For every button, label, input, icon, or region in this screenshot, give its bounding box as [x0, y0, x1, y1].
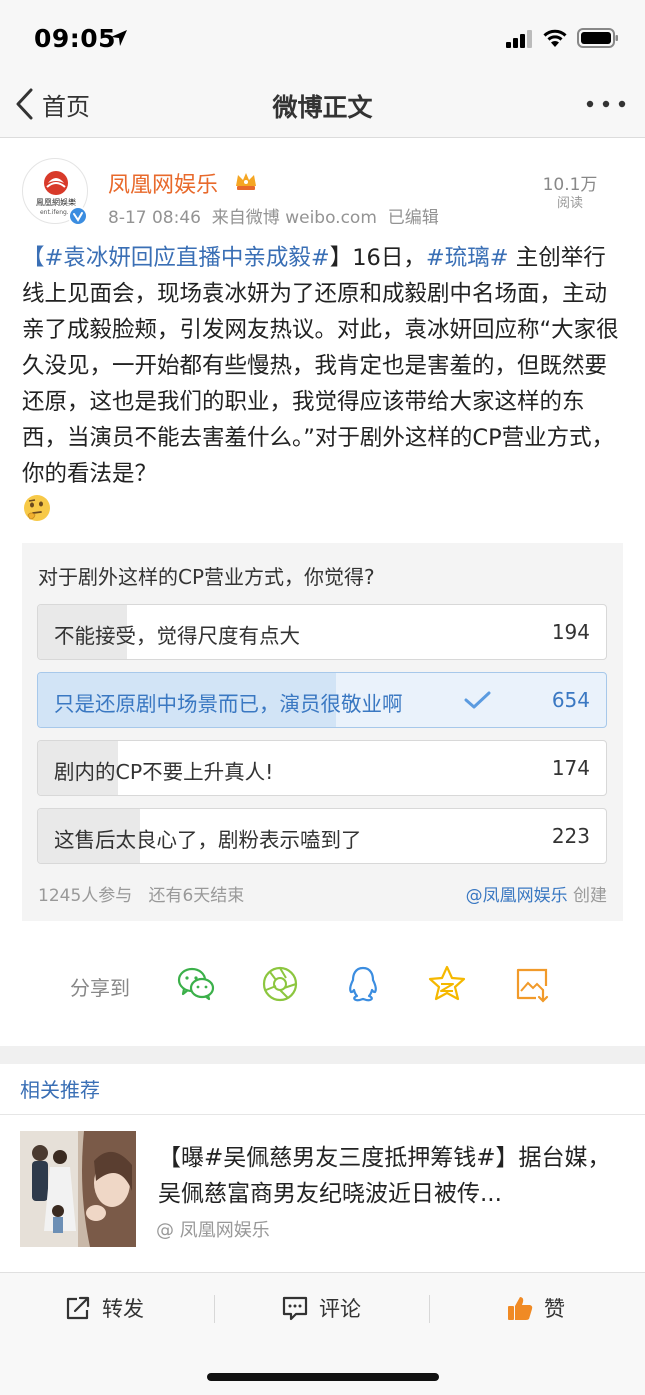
related-item-author[interactable]: @ 凤凰网娱乐 — [156, 1216, 270, 1242]
member-crown-icon — [236, 173, 256, 190]
related-thumbnail[interactable] — [20, 1131, 136, 1247]
poll-option-count: 174 — [551, 756, 590, 780]
post-source[interactable]: 来自微博 weibo.com — [212, 208, 377, 228]
comment-icon — [282, 1296, 308, 1321]
thumbs-up-icon — [508, 1297, 533, 1320]
edited-label[interactable]: 已编辑 — [388, 208, 439, 228]
save-image-icon[interactable] — [512, 964, 552, 1004]
like-button[interactable]: 赞 — [506, 1293, 565, 1323]
comment-label: 评论 — [319, 1297, 361, 1321]
hashtag-bracket: 【 — [22, 245, 45, 271]
poll-option-label: 剧内的CP不要上升真人! — [54, 760, 274, 784]
post-date: 8-17 08:46 — [108, 208, 201, 228]
moments-icon[interactable] — [260, 964, 300, 1004]
poll-question: 对于剧外这样的CP营业方式，你觉得? — [38, 565, 375, 589]
poll-remaining: 还有6天结束 — [148, 886, 245, 906]
qq-icon[interactable] — [343, 964, 383, 1004]
divider — [0, 1114, 645, 1115]
divider — [214, 1295, 215, 1323]
poll-option-count: 223 — [551, 824, 590, 848]
author-name[interactable]: 凤凰网娱乐 — [108, 167, 218, 199]
poll-stats: 1245人参与 还有6天结束 — [38, 881, 244, 906]
page-title: 微博正文 — [272, 93, 373, 122]
related-title: 相关推荐 — [20, 1078, 100, 1102]
checkmark-icon — [464, 691, 491, 709]
hashtag-link[interactable]: #琉璃# — [426, 245, 509, 271]
action-bar: 转发 评论 赞 — [0, 1272, 645, 1395]
related-photo-image — [20, 1131, 136, 1247]
poll-option-count: 194 — [551, 620, 590, 644]
thinking-emoji-icon — [24, 495, 50, 521]
poll-creator-handle[interactable]: @凤凰网娱乐 — [466, 886, 568, 906]
cellular-signal-icon — [506, 30, 532, 48]
repost-label: 转发 — [102, 1297, 144, 1321]
repost-button[interactable]: 转发 — [64, 1293, 144, 1323]
poll-option[interactable]: 这售后太良心了，剧粉表示嗑到了 223 — [37, 808, 607, 864]
post-meta: 8-17 08:46 来自微博 weibo.com 已编辑 — [108, 203, 439, 228]
verified-badge-icon — [68, 206, 88, 226]
battery-icon — [577, 28, 618, 48]
poll: 对于剧外这样的CP营业方式，你觉得? 不能接受，觉得尺度有点大 194 只是还原… — [22, 543, 623, 921]
poll-option-label: 不能接受，觉得尺度有点大 — [54, 624, 300, 648]
poll-option-label: 这售后太良心了，剧粉表示嗑到了 — [54, 828, 362, 852]
post-text: 主创举行线上见面会，现场袁冰妍为了还原和成毅剧中名场面，主动亲了成毅脸颊，引发网… — [22, 245, 619, 487]
post-body: 【#袁冰妍回应直播中亲成毅#】16日，#琉璃# 主创举行线上见面会，现场袁冰妍为… — [22, 240, 627, 528]
poll-option-selected[interactable]: 只是还原剧中场景而已，演员很敬业啊 654 — [37, 672, 607, 728]
section-divider — [0, 1046, 645, 1064]
share-label: 分享到 — [70, 976, 130, 1000]
poll-participants: 1245人参与 — [38, 886, 133, 906]
like-label: 赞 — [544, 1297, 565, 1321]
status-time: 09:05 — [34, 24, 117, 53]
poll-creator: @凤凰网娱乐 创建 — [466, 881, 607, 906]
poll-option[interactable]: 不能接受，觉得尺度有点大 194 — [37, 604, 607, 660]
poll-option[interactable]: 剧内的CP不要上升真人! 174 — [37, 740, 607, 796]
poll-option-count: 654 — [551, 688, 590, 712]
home-indicator — [207, 1373, 439, 1381]
related-item-text[interactable]: 【曝#吴佩慈男友三度抵押筹钱#】据台媒，吴佩慈富商男友纪晓波近日被传... — [158, 1140, 623, 1212]
repost-icon — [66, 1296, 90, 1320]
read-label: 阅读 — [556, 196, 583, 211]
comment-button[interactable]: 评论 — [281, 1293, 361, 1323]
location-arrow-icon — [111, 30, 127, 46]
divider — [429, 1295, 430, 1323]
poll-creator-suffix: 创建 — [567, 886, 607, 906]
more-options-icon[interactable] — [584, 96, 628, 112]
wechat-icon[interactable] — [176, 964, 216, 1004]
nav-bar: 首页 微博正文 — [0, 72, 645, 138]
poll-option-label: 只是还原剧中场景而已，演员很敬业啊 — [54, 692, 403, 716]
qzone-icon[interactable] — [427, 964, 467, 1004]
wifi-icon — [543, 29, 567, 47]
avatar-logo-text: 鳳凰網娛樂 — [36, 197, 76, 207]
status-bar: 09:05 — [0, 0, 645, 72]
hashtag-link[interactable]: #袁冰妍回应直播中亲成毅# — [45, 245, 330, 271]
post-text: 】16日， — [329, 245, 426, 271]
